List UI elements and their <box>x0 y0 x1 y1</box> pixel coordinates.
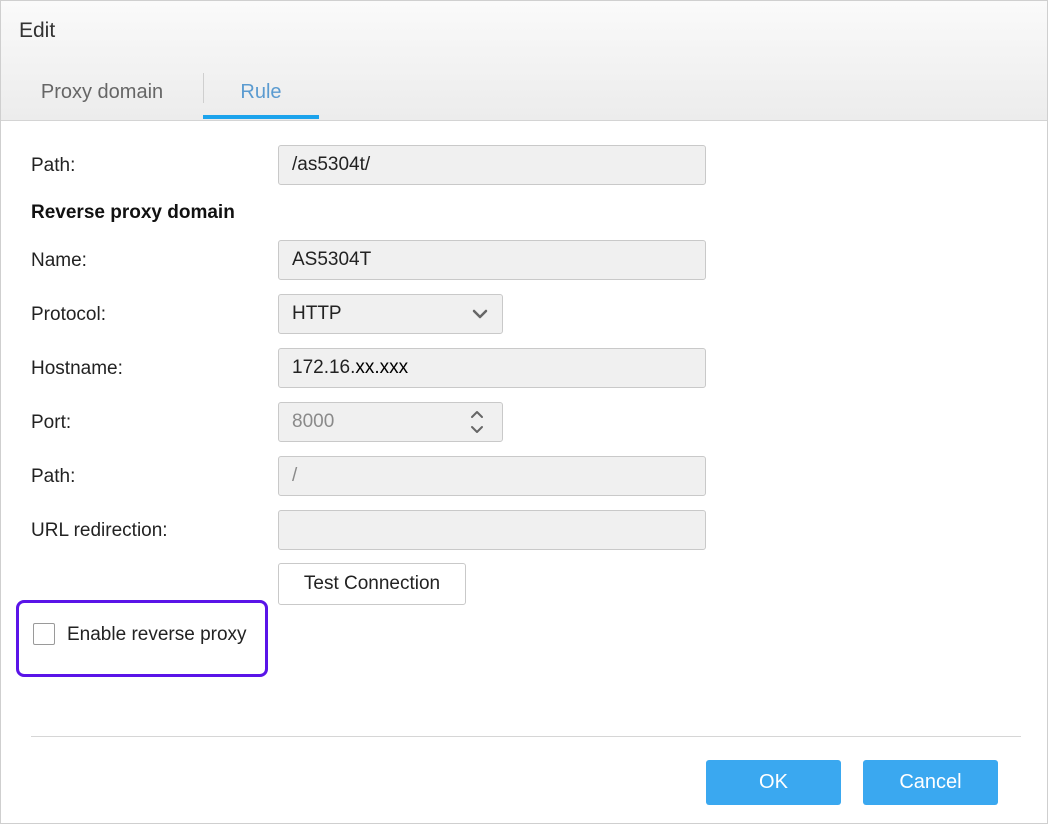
footer-divider <box>31 736 1021 737</box>
test-connection-button[interactable]: Test Connection <box>278 563 466 605</box>
protocol-value: HTTP <box>292 303 342 324</box>
protocol-select[interactable]: HTTP <box>278 294 503 334</box>
protocol-label: Protocol: <box>31 304 106 325</box>
enable-reverse-proxy-label[interactable]: Enable reverse proxy <box>67 624 247 646</box>
tab-proxy-domain[interactable]: Proxy domain <box>31 75 173 119</box>
port-input[interactable]: 8000 <box>278 402 503 442</box>
port-label: Port: <box>31 412 72 433</box>
hostname-masked-part: xx.xxx <box>355 357 409 378</box>
hostname-prefix: 172.16. <box>292 357 356 378</box>
hostname-label: Hostname: <box>31 358 123 379</box>
name-label: Name: <box>31 250 87 271</box>
reverse-proxy-section-title: Reverse proxy domain <box>31 202 235 223</box>
rule-path-label: Path: <box>31 155 76 176</box>
enable-reverse-proxy-checkbox[interactable] <box>33 623 55 645</box>
rule-path-input[interactable]: /as5304t/ <box>278 145 706 185</box>
dialog-header: Edit Proxy domain Rule <box>1 1 1047 121</box>
url-redirection-label: URL redirection: <box>31 520 168 541</box>
cancel-button[interactable]: Cancel <box>863 760 998 805</box>
url-redirection-input[interactable] <box>278 510 706 550</box>
dialog-title: Edit <box>19 19 56 42</box>
hostname-input[interactable]: 172.16.xx.xxx <box>278 348 706 388</box>
ok-button[interactable]: OK <box>706 760 841 805</box>
spinner-arrows-icon[interactable] <box>470 408 484 436</box>
target-path-label: Path: <box>31 466 76 487</box>
tab-rule[interactable]: Rule <box>203 75 319 119</box>
chevron-down-icon <box>472 309 488 319</box>
target-path-input[interactable]: / <box>278 456 706 496</box>
port-value: 8000 <box>292 411 335 432</box>
name-input[interactable]: AS5304T <box>278 240 706 280</box>
edit-dialog: Edit Proxy domain Rule Path: /as5304t/ R… <box>0 0 1048 824</box>
